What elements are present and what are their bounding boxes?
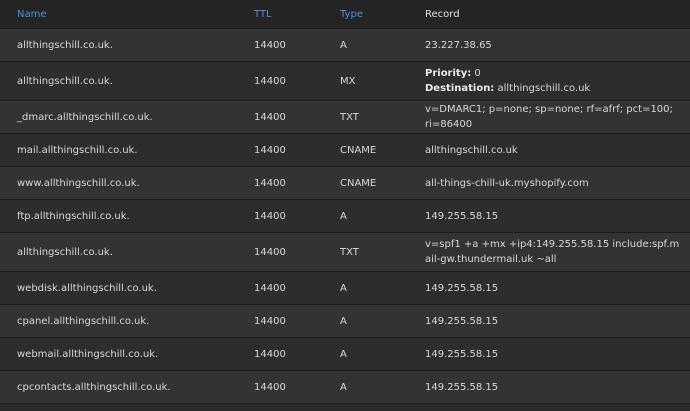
record-type: TXT (340, 111, 359, 123)
record-ttl: 14400 (254, 315, 286, 327)
record-type: CNAME (340, 144, 377, 156)
record-name: allthingschill.co.uk. (17, 39, 113, 51)
table-row: allthingschill.co.uk. 14400 A 23.227.38.… (0, 29, 690, 62)
record-ttl: 14400 (254, 111, 286, 123)
record-type: A (340, 381, 347, 393)
record-ttl: 14400 (254, 177, 286, 189)
priority-label: Priority: (425, 68, 472, 79)
record-value: 149.255.58.15 (425, 381, 499, 393)
record-value: 23.227.38.65 (425, 39, 492, 51)
record-value: 149.255.58.15 (425, 348, 499, 360)
record-ttl: 14400 (254, 282, 286, 294)
record-name: cpanel.allthingschill.co.uk. (17, 315, 150, 327)
record-ttl: 14400 (254, 246, 286, 258)
record-value: allthingschill.co.uk (425, 144, 518, 156)
table-row: mail.allthingschill.co.uk. 14400 CNAME a… (0, 134, 690, 167)
header-name[interactable]: Name (0, 9, 254, 20)
dns-records-table: Name TTL Type Record allthingschill.co.u… (0, 0, 690, 404)
record-name: cpcontacts.allthingschill.co.uk. (17, 381, 171, 393)
record-type: A (340, 210, 347, 222)
table-row: webdisk.allthingschill.co.uk. 14400 A 14… (0, 272, 690, 305)
record-value: Priority: 0 Destination: allthingschill.… (425, 66, 690, 96)
table-row: allthingschill.co.uk. 14400 MX Priority:… (0, 62, 690, 101)
record-ttl: 14400 (254, 144, 286, 156)
table-row: cpanel.allthingschill.co.uk. 14400 A 149… (0, 305, 690, 338)
record-value: v=DMARC1; p=none; sp=none; rf=afrf; pct=… (425, 104, 673, 130)
record-name: webdisk.allthingschill.co.uk. (17, 282, 157, 294)
record-type: MX (340, 75, 356, 87)
record-name: allthingschill.co.uk. (17, 75, 113, 87)
record-name: www.allthingschill.co.uk. (17, 177, 140, 189)
header-ttl[interactable]: TTL (254, 9, 340, 20)
destination-label: Destination: (425, 83, 495, 94)
record-name: _dmarc.allthingschill.co.uk. (17, 111, 153, 123)
record-ttl: 14400 (254, 381, 286, 393)
header-type[interactable]: Type (340, 9, 425, 20)
record-value: all-things-chill-uk.myshopify.com (425, 177, 589, 189)
table-row: _dmarc.allthingschill.co.uk. 14400 TXT v… (0, 101, 690, 134)
record-value: 149.255.58.15 (425, 282, 499, 294)
record-value: 149.255.58.15 (425, 210, 499, 222)
table-header: Name TTL Type Record (0, 0, 690, 29)
record-value: 149.255.58.15 (425, 315, 499, 327)
table-row: cpcontacts.allthingschill.co.uk. 14400 A… (0, 371, 690, 404)
table-row: www.allthingschill.co.uk. 14400 CNAME al… (0, 167, 690, 200)
header-record: Record (425, 8, 460, 20)
priority-value: 0 (474, 68, 481, 79)
record-ttl: 14400 (254, 348, 286, 360)
record-ttl: 14400 (254, 39, 286, 51)
record-value: v=spf1 +a +mx +ip4:149.255.58.15 include… (425, 239, 680, 265)
table-row: ftp.allthingschill.co.uk. 14400 A 149.25… (0, 200, 690, 233)
record-type: A (340, 315, 347, 327)
destination-value: allthingschill.co.uk (497, 83, 591, 94)
record-type: A (340, 282, 347, 294)
record-type: TXT (340, 246, 359, 258)
table-row: webmail.allthingschill.co.uk. 14400 A 14… (0, 338, 690, 371)
record-ttl: 14400 (254, 210, 286, 222)
record-name: ftp.allthingschill.co.uk. (17, 210, 130, 222)
record-type: CNAME (340, 177, 377, 189)
record-type: A (340, 39, 347, 51)
record-ttl: 14400 (254, 75, 286, 87)
record-name: mail.allthingschill.co.uk. (17, 144, 138, 156)
record-type: A (340, 348, 347, 360)
record-name: webmail.allthingschill.co.uk. (17, 348, 159, 360)
record-name: allthingschill.co.uk. (17, 246, 113, 258)
table-row: allthingschill.co.uk. 14400 TXT v=spf1 +… (0, 233, 690, 272)
